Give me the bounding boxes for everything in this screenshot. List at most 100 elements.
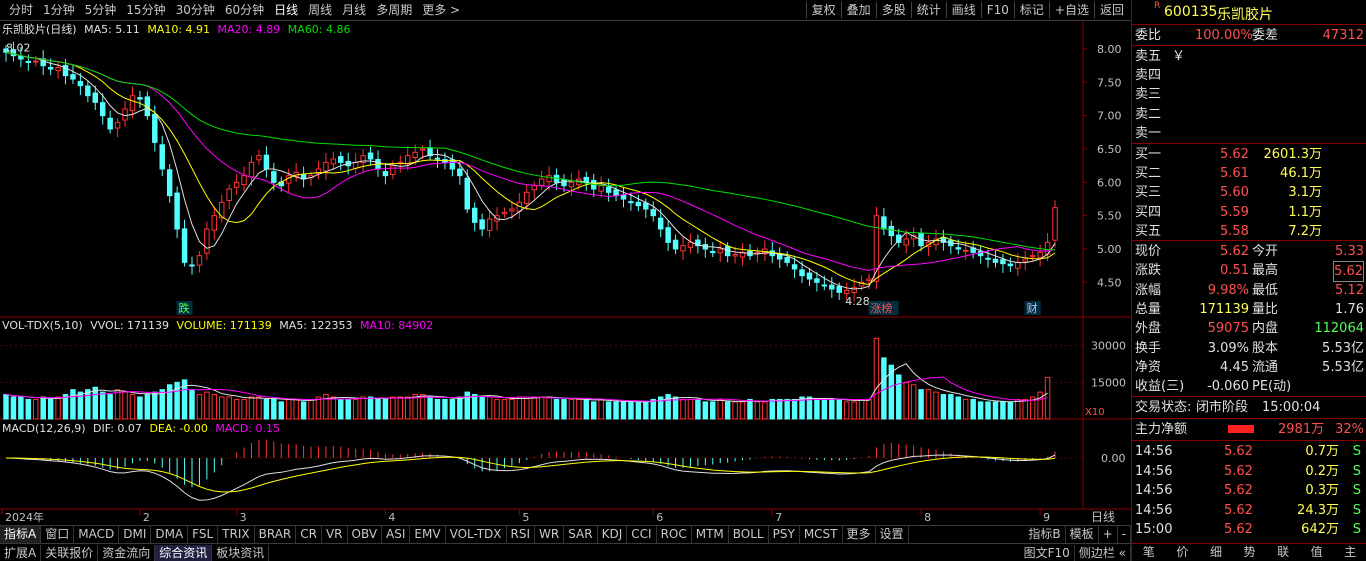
candle-body[interactable] bbox=[99, 102, 106, 117]
candle-body[interactable] bbox=[524, 191, 530, 204]
candle-body[interactable] bbox=[821, 284, 828, 287]
candle-body[interactable] bbox=[531, 185, 537, 191]
indicator-tab-right[interactable]: - bbox=[1118, 526, 1131, 543]
candle-body[interactable] bbox=[367, 152, 374, 160]
candle-body[interactable] bbox=[568, 181, 575, 188]
indicator-tab-right[interactable]: 指标B bbox=[1024, 526, 1066, 543]
candle-body[interactable] bbox=[464, 177, 470, 210]
indicator-tab[interactable]: ROC bbox=[657, 526, 692, 543]
indicator-tab[interactable]: 设置 bbox=[876, 526, 909, 543]
indicator-tab[interactable]: CCI bbox=[627, 526, 657, 543]
candle-body[interactable] bbox=[605, 186, 612, 193]
toolbar-button[interactable]: 标记 bbox=[1013, 2, 1049, 18]
indicator-tab[interactable]: 更多 bbox=[843, 526, 876, 543]
indicator-tab[interactable]: BRAR bbox=[255, 526, 297, 543]
candle-body[interactable] bbox=[77, 81, 84, 87]
candle-body[interactable] bbox=[888, 225, 895, 237]
toolbar-button[interactable]: 多股 bbox=[875, 2, 911, 18]
candle-body[interactable] bbox=[814, 278, 820, 283]
period-tab[interactable]: 60分钟 bbox=[220, 3, 269, 18]
candle-body[interactable] bbox=[70, 74, 76, 80]
candle-body[interactable] bbox=[271, 171, 277, 183]
candle-body[interactable] bbox=[628, 201, 634, 204]
status-tab[interactable]: 扩展A bbox=[0, 545, 42, 561]
candle-body[interactable] bbox=[829, 284, 835, 290]
indicator-tab[interactable]: KDJ bbox=[598, 526, 628, 543]
candle-body[interactable] bbox=[665, 227, 671, 243]
candle-body[interactable] bbox=[784, 257, 790, 263]
candle-body[interactable] bbox=[226, 188, 232, 202]
indicator-tab[interactable]: CR bbox=[296, 526, 322, 543]
indicator-tab[interactable]: DMA bbox=[151, 526, 189, 543]
candle-body[interactable] bbox=[635, 201, 642, 207]
candle-body[interactable] bbox=[672, 239, 679, 250]
candle-body[interactable] bbox=[613, 189, 619, 197]
candle-body[interactable] bbox=[479, 219, 485, 230]
status-right-tab[interactable]: 图文F10 bbox=[1020, 545, 1075, 561]
period-tab[interactable]: 30分钟 bbox=[171, 3, 220, 18]
toolbar-button[interactable]: 统计 bbox=[910, 2, 946, 18]
candle-body[interactable] bbox=[710, 251, 716, 254]
candle-body[interactable] bbox=[561, 179, 567, 187]
candle-body[interactable] bbox=[992, 258, 999, 263]
candle-body[interactable] bbox=[471, 207, 478, 223]
candle-body[interactable] bbox=[791, 264, 798, 270]
status-tab[interactable]: 关联报价 bbox=[41, 545, 99, 561]
candle-body[interactable] bbox=[1029, 255, 1036, 258]
candle-body[interactable] bbox=[241, 175, 247, 186]
candle-body[interactable] bbox=[754, 251, 761, 254]
indicator-tab[interactable]: RSI bbox=[507, 526, 536, 543]
period-tab[interactable]: 1分钟 bbox=[38, 3, 80, 18]
indicator-tab[interactable]: ASI bbox=[382, 526, 411, 543]
period-tab[interactable]: 周线 bbox=[303, 3, 337, 18]
quote-bottom-tab[interactable]: 主 bbox=[1333, 544, 1366, 561]
candle-body[interactable] bbox=[457, 168, 463, 177]
candle-body[interactable] bbox=[1052, 207, 1058, 241]
candle-body[interactable] bbox=[538, 178, 545, 186]
candle-body[interactable] bbox=[955, 247, 962, 250]
period-tab[interactable]: 15分钟 bbox=[121, 3, 170, 18]
candle-body[interactable] bbox=[650, 209, 656, 217]
candle-body[interactable] bbox=[1000, 259, 1006, 265]
candle-body[interactable] bbox=[92, 92, 99, 103]
candle-body[interactable] bbox=[256, 155, 262, 161]
candle-body[interactable] bbox=[1022, 258, 1028, 262]
status-tab[interactable]: 板块资讯 bbox=[212, 545, 270, 561]
candle-body[interactable] bbox=[25, 60, 32, 63]
indicator-tab[interactable]: MTM bbox=[692, 526, 729, 543]
candle-body[interactable] bbox=[85, 85, 91, 97]
candle-body[interactable] bbox=[189, 264, 195, 267]
candle-body[interactable] bbox=[1015, 261, 1021, 269]
candle-body[interactable] bbox=[620, 194, 627, 200]
candle-body[interactable] bbox=[152, 113, 158, 143]
candle-body[interactable] bbox=[55, 67, 61, 72]
status-tab[interactable]: 综合资讯 bbox=[155, 545, 213, 561]
candle-body[interactable] bbox=[687, 241, 694, 248]
indicator-tab[interactable]: 窗口 bbox=[41, 526, 75, 543]
candle-body[interactable] bbox=[390, 165, 396, 176]
indicator-tab[interactable]: MCST bbox=[800, 526, 843, 543]
candle-body[interactable] bbox=[181, 228, 188, 263]
indicator-tab[interactable]: MACD bbox=[74, 526, 120, 543]
candle-body[interactable] bbox=[33, 60, 39, 63]
indicator-tab[interactable]: FSL bbox=[188, 526, 219, 543]
indicator-tab[interactable]: TRIX bbox=[218, 526, 255, 543]
quote-bottom-tab[interactable]: 联 bbox=[1266, 544, 1300, 561]
candle-body[interactable] bbox=[732, 253, 738, 257]
status-tab[interactable]: 资金流向 bbox=[98, 545, 156, 561]
candle-body[interactable] bbox=[352, 161, 359, 169]
candle-body[interactable] bbox=[18, 55, 24, 60]
indicator-tab[interactable]: VR bbox=[322, 526, 348, 543]
indicator-tab[interactable]: PSY bbox=[769, 526, 800, 543]
toolbar-button[interactable]: 画线 bbox=[945, 2, 981, 18]
indicator-tab[interactable]: SAR bbox=[564, 526, 598, 543]
candle-body[interactable] bbox=[598, 185, 604, 192]
candle-body[interactable] bbox=[204, 228, 210, 254]
candle-body[interactable] bbox=[1007, 263, 1014, 267]
candle-body[interactable] bbox=[382, 171, 389, 177]
candle-body[interactable] bbox=[434, 157, 441, 160]
candle-body[interactable] bbox=[412, 151, 418, 158]
quote-bottom-tab[interactable]: 笔 bbox=[1132, 544, 1166, 561]
indicator-tab[interactable]: VOL-TDX bbox=[446, 526, 507, 543]
candle-body[interactable] bbox=[799, 269, 805, 277]
